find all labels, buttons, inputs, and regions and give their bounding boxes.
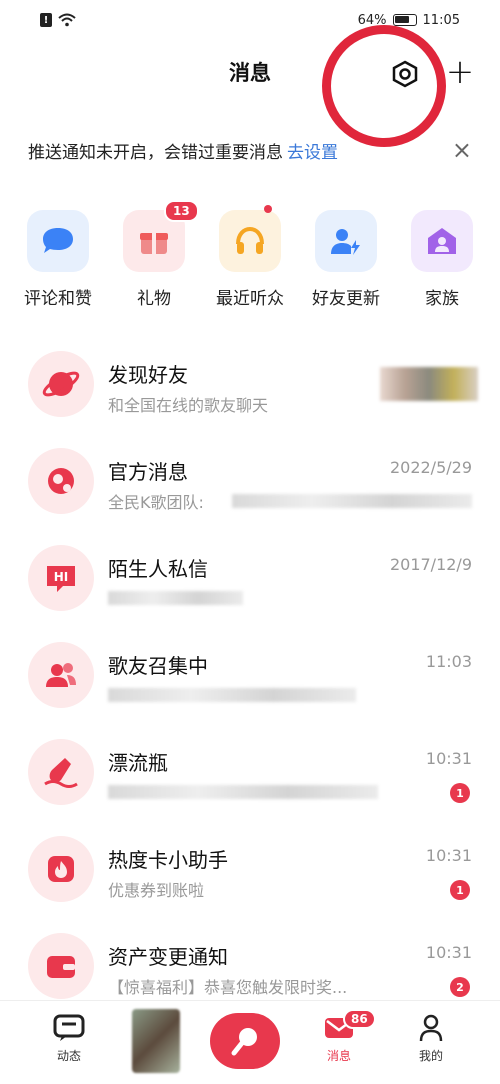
annotation-circle <box>322 25 446 147</box>
message-time: 11:03 <box>425 652 472 671</box>
unread-badge: 2 <box>450 977 470 997</box>
clock: 11:05 <box>422 12 460 28</box>
unread-badge: 1 <box>450 880 470 900</box>
battery-icon <box>392 14 417 26</box>
notify-text: 推送通知未开启，会错过重要消息 <box>28 142 283 163</box>
list-item[interactable]: 官方消息 2022/5/29 全民K歌团队: <box>0 442 500 539</box>
message-time: 2022/5/29 <box>389 458 472 477</box>
wallet-icon <box>28 933 94 999</box>
message-title: 歌友召集中 <box>108 654 208 678</box>
message-count-badge: 86 <box>343 1009 376 1029</box>
message-title: 陌生人私信 <box>108 557 208 581</box>
list-item[interactable]: 歌友召集中 11:03 <box>0 636 500 733</box>
message-preview: 全民K歌团队: <box>108 493 204 512</box>
planet-icon <box>28 351 94 417</box>
list-item[interactable]: 发现好友 和全国在线的歌友聊天 <box>0 345 500 442</box>
sim-alert-icon: ! <box>40 13 52 27</box>
status-bar: ! 64% 11:05 <box>0 0 500 40</box>
new-dot-badge <box>264 205 272 213</box>
nav-label: 消息 <box>326 1049 351 1063</box>
shortcut-label: 礼物 <box>137 289 171 309</box>
list-item[interactable]: 漂流瓶 10:31 1 <box>0 733 500 830</box>
nav-label: 我的 <box>418 1049 443 1063</box>
profile-icon <box>419 1014 443 1042</box>
nav-feed[interactable]: 动态 <box>52 1013 86 1064</box>
shortcut-listeners[interactable]: 最近听众 <box>202 205 298 310</box>
bottom-nav: 动态 消息 86 我的 <box>0 1000 500 1084</box>
page-title: 消息 <box>229 61 271 85</box>
message-time: 2017/12/9 <box>389 555 472 574</box>
people-icon <box>28 642 94 708</box>
message-time: 10:31 <box>425 846 472 865</box>
shortcut-label: 好友更新 <box>312 289 380 309</box>
shortcut-family[interactable]: 家族 <box>394 210 490 310</box>
notification-banner: 推送通知未开启，会错过重要消息 去设置 × <box>0 130 500 170</box>
user-lightning-icon <box>315 210 377 272</box>
friend-avatars-blurred <box>380 367 478 401</box>
message-title: 发现好友 <box>108 363 188 387</box>
blurred-text <box>232 494 472 508</box>
message-preview: 和全国在线的歌友聊天 <box>108 396 269 415</box>
microphone-icon <box>231 1028 257 1056</box>
shortcut-gifts[interactable]: 13 礼物 <box>106 200 202 310</box>
shortcut-label: 家族 <box>425 289 459 309</box>
message-preview: 【惊喜福利】恭喜您触发限时奖... <box>108 978 348 997</box>
user-photo-blurred[interactable] <box>132 1009 180 1073</box>
headphones-icon <box>219 210 281 272</box>
nav-label: 动态 <box>56 1049 81 1063</box>
message-list: 发现好友 和全国在线的歌友聊天 官方消息 2022/5/29 全民K歌团队: H… <box>0 345 500 1024</box>
list-item[interactable]: 热度卡小助手 10:31 优惠券到账啦 1 <box>0 830 500 927</box>
shortcut-label: 最近听众 <box>216 289 284 309</box>
blurred-text <box>108 688 356 702</box>
fire-icon <box>28 836 94 902</box>
wifi-icon <box>58 13 76 27</box>
go-settings-link[interactable]: 去设置 <box>287 138 338 163</box>
blurred-text <box>108 785 378 799</box>
nav-me[interactable]: 我的 <box>416 1013 446 1064</box>
message-title: 官方消息 <box>108 460 188 484</box>
message-time: 10:31 <box>425 749 472 768</box>
chat-bubble-icon <box>27 210 89 272</box>
hi-icon: HI <box>28 545 94 611</box>
sing-button[interactable] <box>210 1013 280 1069</box>
shortcut-comments[interactable]: 评论和赞 <box>10 210 106 310</box>
message-preview: 优惠券到账啦 <box>108 881 205 900</box>
home-person-icon <box>411 210 473 272</box>
message-time: 10:31 <box>425 943 472 962</box>
close-icon[interactable]: × <box>452 136 472 164</box>
svg-text:HI: HI <box>54 570 69 584</box>
bottle-icon <box>28 739 94 805</box>
list-item[interactable]: HI 陌生人私信 2017/12/9 <box>0 539 500 636</box>
add-button[interactable]: + <box>440 52 480 92</box>
blurred-text <box>108 591 243 605</box>
feed-icon <box>53 1014 85 1041</box>
shortcut-label: 评论和赞 <box>24 289 92 309</box>
message-title: 热度卡小助手 <box>108 848 228 872</box>
official-icon <box>28 448 94 514</box>
message-title: 资产变更通知 <box>108 945 228 969</box>
unread-badge: 1 <box>450 783 470 803</box>
gift-badge: 13 <box>164 200 199 222</box>
message-title: 漂流瓶 <box>108 751 168 775</box>
shortcut-friend-updates[interactable]: 好友更新 <box>298 210 394 310</box>
shortcut-row: 评论和赞 13 礼物 最近听众 好友更新 家族 <box>0 200 500 310</box>
